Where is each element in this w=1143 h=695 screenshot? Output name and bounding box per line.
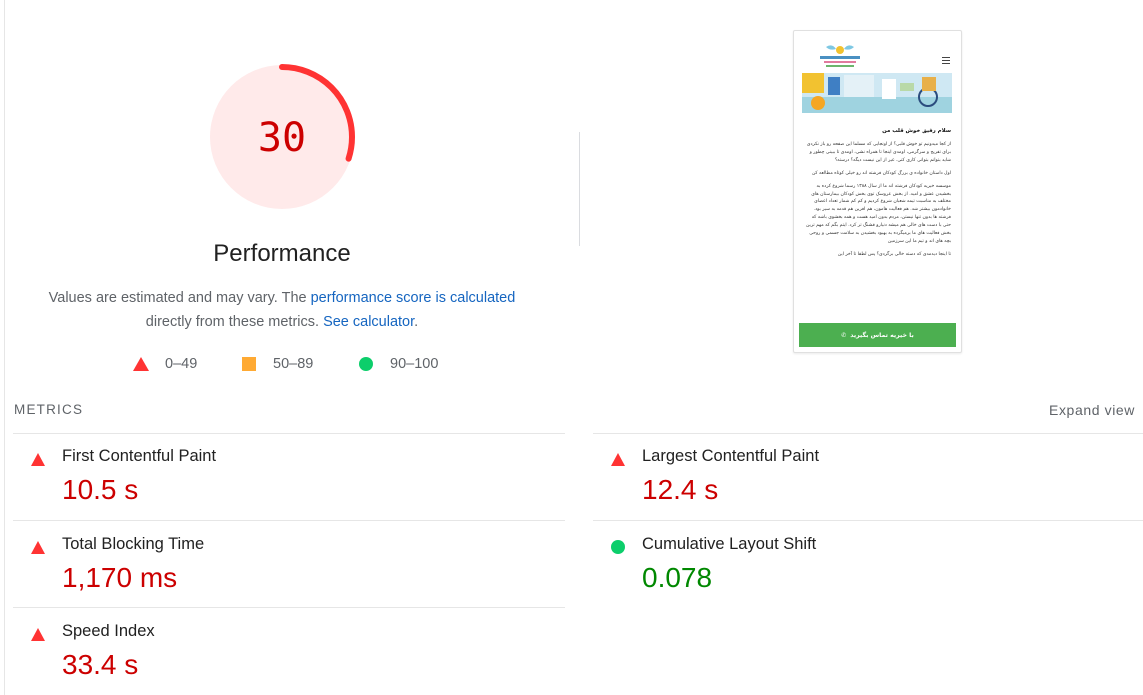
thumbnail-contact-button: با خیریه تماس بگیرید ✆ xyxy=(799,323,956,347)
legend-label: 50–89 xyxy=(273,356,314,372)
metric-title: Cumulative Layout Shift xyxy=(642,535,817,553)
metric-title: Largest Contentful Paint xyxy=(642,447,820,465)
legend-pass: 90–100 xyxy=(359,356,438,372)
banner-illustration xyxy=(802,73,952,113)
page-screenshot-thumbnail[interactable]: سلام رفیق خوش قلب من از کجا میدونیم تو خ… xyxy=(793,30,962,353)
metric-total-blocking-time: Total Blocking Time 1,170 ms xyxy=(13,522,513,608)
phone-icon: ✆ xyxy=(841,331,847,339)
fail-triangle-icon xyxy=(133,357,149,371)
score-calculation-link[interactable]: performance score is calculated xyxy=(311,290,516,306)
metric-title: Speed Index xyxy=(62,622,155,640)
description-text: directly from these metrics. xyxy=(145,314,324,330)
metric-largest-contentful-paint: Largest Contentful Paint 12.4 s xyxy=(593,434,1093,520)
metrics-divider xyxy=(593,520,1143,521)
metric-title: First Contentful Paint xyxy=(62,447,217,465)
metric-speed-index: Speed Index 33.4 s xyxy=(13,609,513,695)
metric-title: Total Blocking Time xyxy=(62,535,205,553)
thumbnail-paragraph: تا اینجا دیدمدی که دسته خالی برگردی؟ پس … xyxy=(837,251,951,257)
pass-circle-icon xyxy=(359,357,373,371)
fail-triangle-icon xyxy=(31,628,45,641)
legend-label: 0–49 xyxy=(165,356,198,372)
description-text: . xyxy=(414,314,419,330)
fail-triangle-icon xyxy=(611,453,625,466)
vertical-divider xyxy=(579,132,580,246)
description-text: Values are estimated and may vary. The xyxy=(48,290,311,306)
hamburger-menu-icon xyxy=(942,57,950,66)
legend-average: 50–89 xyxy=(242,356,313,372)
thumbnail-paragraph: موسسه خیریه کودکان فرشته اند ما از سال ۱… xyxy=(806,183,951,244)
thumbnail-body: از کجا میدونیم تو خوش قلبی؟ از اونجایی ک… xyxy=(803,141,951,323)
legend-label: 90–100 xyxy=(390,356,439,372)
metric-value: 10.5 s xyxy=(62,474,139,505)
pass-circle-icon xyxy=(611,540,625,554)
thumbnail-paragraph: از کجا میدونیم تو خوش قلبی؟ از اونجایی ک… xyxy=(806,142,951,163)
metric-value: 0.078 xyxy=(642,562,713,593)
site-logo-icon xyxy=(820,45,860,67)
performance-gauge[interactable]: 30 xyxy=(208,63,356,211)
fail-triangle-icon xyxy=(31,541,45,554)
see-calculator-link[interactable]: See calculator xyxy=(323,314,414,330)
metric-cumulative-layout-shift: Cumulative Layout Shift 0.078 xyxy=(593,522,1093,608)
expand-view-toggle[interactable]: Expand view xyxy=(1049,402,1135,418)
fail-triangle-icon xyxy=(31,453,45,466)
metric-first-contentful-paint: First Contentful Paint 10.5 s xyxy=(13,434,513,520)
metrics-divider xyxy=(13,520,565,521)
legend-fail: 0–49 xyxy=(133,356,197,372)
metrics-section-label: METRICS xyxy=(14,402,84,417)
metrics-divider xyxy=(13,607,565,608)
gauge-title: Performance xyxy=(213,240,351,267)
score-description: Values are estimated and may vary. The p… xyxy=(40,286,524,334)
metric-value: 33.4 s xyxy=(62,649,139,680)
thumbnail-paragraph: اول داستان خانواده ی بزرگ کودکان فرشته ا… xyxy=(811,170,951,176)
metric-value: 12.4 s xyxy=(642,474,719,505)
gauge-score: 30 xyxy=(257,115,307,161)
average-square-icon xyxy=(242,357,256,371)
metric-value: 1,170 ms xyxy=(62,562,178,593)
thumbnail-heading: سلام رفیق خوش قلب من xyxy=(882,128,951,134)
cta-label: با خیریه تماس بگیرید xyxy=(850,331,914,339)
left-border xyxy=(4,0,5,695)
